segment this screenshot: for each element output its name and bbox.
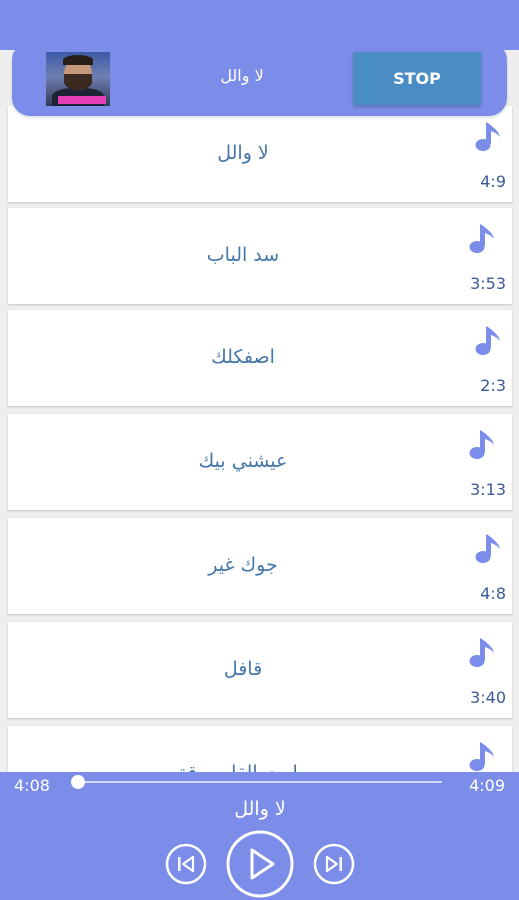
song-item[interactable]: مامت القلب رقة — [8, 726, 512, 772]
song-title: مامت القلب رقة — [118, 762, 368, 772]
player-bar: 4:08 4:09 لا والل — [0, 772, 519, 900]
music-note-icon — [475, 122, 500, 151]
song-duration: 3:13 — [470, 480, 506, 499]
song-duration: 4:8 — [480, 584, 506, 603]
stop-button[interactable]: STOP — [353, 52, 481, 105]
current-time: 4:08 — [14, 776, 50, 795]
music-note-icon — [469, 430, 494, 459]
song-duration: 3:40 — [470, 688, 506, 707]
seek-bar[interactable] — [78, 781, 442, 783]
play-icon[interactable] — [224, 830, 296, 898]
music-note-icon — [475, 326, 500, 355]
song-item[interactable]: لا والل 4:9 — [8, 106, 512, 202]
song-item[interactable]: سد الباب 3:53 — [8, 208, 512, 304]
song-title: لا والل — [217, 142, 269, 164]
total-time: 4:09 — [469, 776, 505, 795]
seek-handle[interactable] — [71, 775, 85, 789]
song-title: سد الباب — [206, 244, 280, 266]
song-title: جوك غير — [208, 554, 278, 576]
song-item[interactable]: عيشني بيك 3:13 — [8, 414, 512, 510]
song-title: قافل — [223, 658, 263, 680]
song-duration: 4:9 — [480, 172, 506, 191]
player-title: لا والل — [234, 798, 286, 820]
song-duration: 3:53 — [470, 274, 506, 293]
song-title: اصفكلك — [211, 346, 275, 368]
now-playing-header: لا والل STOP — [12, 42, 507, 116]
song-item[interactable]: جوك غير 4:8 — [8, 518, 512, 614]
song-duration: 2:3 — [480, 376, 506, 395]
music-note-icon — [469, 742, 494, 771]
song-item[interactable]: اصفكلك 2:3 — [8, 310, 512, 406]
music-note-icon — [475, 534, 500, 563]
now-playing-title: لا والل — [220, 66, 264, 85]
music-note-icon — [469, 638, 494, 667]
artist-thumbnail — [46, 52, 110, 106]
song-item[interactable]: قافل 3:40 — [8, 622, 512, 718]
skip-next-icon[interactable] — [312, 842, 356, 886]
music-note-icon — [469, 224, 494, 253]
song-title: عيشني بيك — [198, 450, 288, 472]
skip-previous-icon[interactable] — [164, 842, 208, 886]
